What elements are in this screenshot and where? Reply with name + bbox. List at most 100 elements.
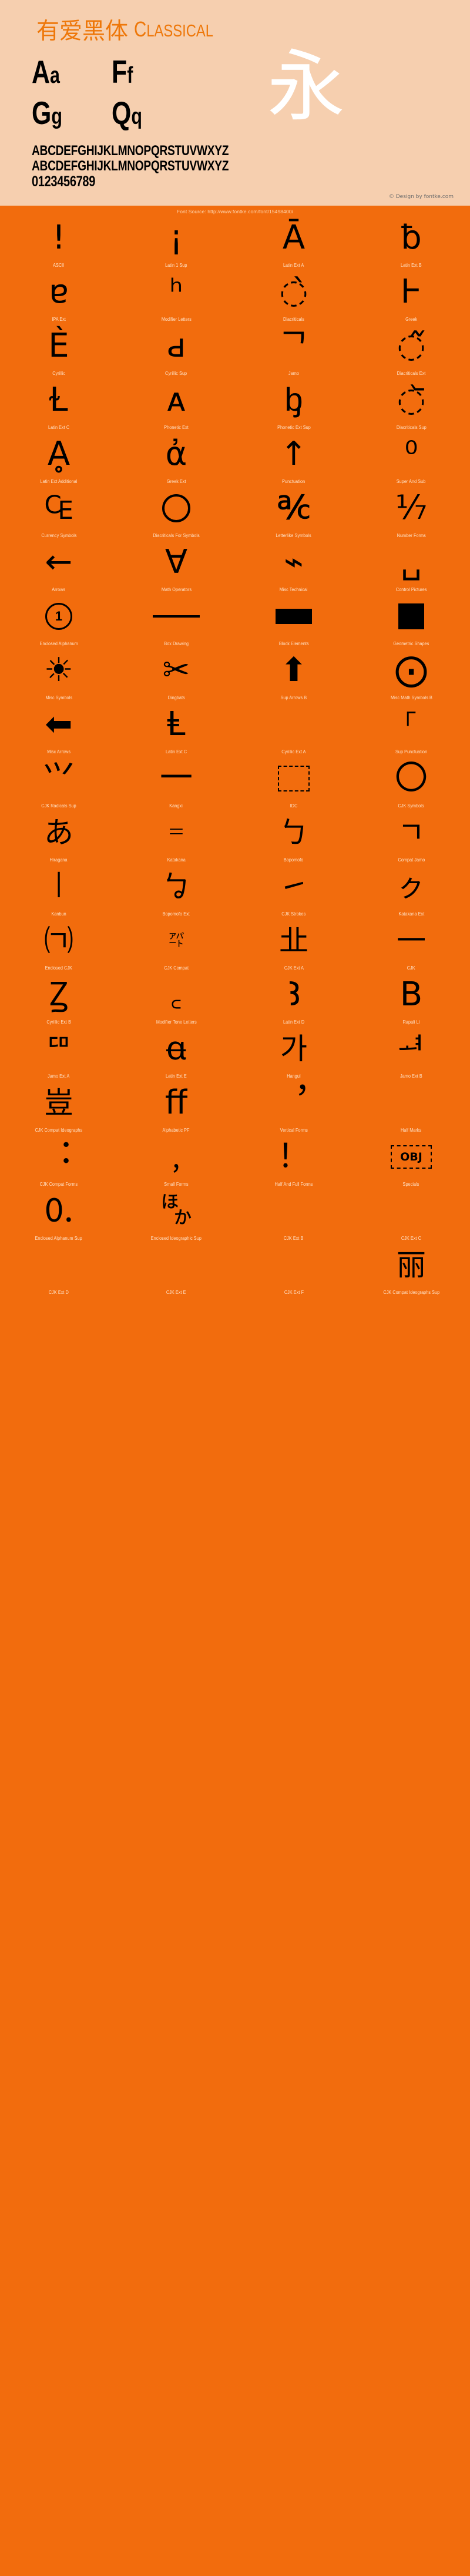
unicode-block-cell[interactable]: ← Arrows [0, 541, 118, 595]
alphabet-uppercase-row: ABCDEFGHIJKLMNOPQRSTUVWXYZ [32, 143, 382, 159]
font-source-url[interactable]: Font Source: http://www.fontke.com/font/… [0, 206, 470, 216]
unicode-block-cell[interactable]: ︓ CJK Compat Forms [0, 1135, 118, 1189]
unicode-block-cell[interactable]: ㄱ Compat Jamo [352, 811, 470, 865]
unicode-block-cell[interactable]: ᴀ Phonetic Ext [118, 378, 235, 432]
unicode-block-cell[interactable]: 㐀 CJK Ext A [235, 919, 352, 973]
unicode-block-cell[interactable]: ↑ Punctuation [235, 432, 352, 487]
unicode-block-cell[interactable]: Ɫ Latin Ext C [0, 378, 118, 432]
unicode-block-cell[interactable]: Ꜣ Latin Ext D [235, 973, 352, 1027]
unicode-block-glyph: ! [52, 216, 65, 260]
unicode-block-label: CJK Ext A [284, 965, 303, 972]
unicode-block-cell[interactable]: ◌̀ Diacriticals [235, 270, 352, 324]
unicode-block-cell[interactable]: ⷠCyrillic Ext A [235, 703, 352, 757]
unicode-block-cell[interactable]: ㇰ Katakana Ext [352, 865, 470, 919]
unicode-block-cell[interactable]: ⌁ Misc Technical [235, 541, 352, 595]
circled-number-shape: 1 [45, 603, 72, 630]
unicode-block-row: 豈 CJK Compat Ideographs ﬀ Alphabetic PF ︐ Ver… [0, 1081, 470, 1135]
unicode-block-cell[interactable]: Ѐ Cyrillic [0, 324, 118, 378]
unicode-block-cell[interactable]: ⬆ Sup Arrows B [235, 649, 352, 703]
unicode-block-cell[interactable]: Ͱ Greek [352, 270, 470, 324]
unicode-block-cell[interactable]: ㌀ CJK Compat [118, 919, 235, 973]
unicode-block-cell[interactable]: ⅐ Number Forms [352, 487, 470, 541]
unicode-block-cell[interactable]: 🄀 Enclosed Alphanum Sup [0, 1189, 118, 1243]
specimen-lower-g: g [51, 104, 62, 129]
unicode-block-cell[interactable]: ԁ Cyrillic Sup [118, 324, 235, 378]
unicode-block-cell[interactable]: 𪜀 CJK Ext C [352, 1189, 470, 1243]
unicode-block-cell[interactable]: ₠ Currency Symbols [0, 487, 118, 541]
unicode-block-cell[interactable]: ☀ Misc Symbols [0, 649, 118, 703]
unicode-block-label: Sup Punctuation [395, 749, 427, 756]
unicode-block-cell[interactable]: ␣ Control Pictures [352, 541, 470, 595]
unicode-block-cell[interactable]: Ā Latin Ext A [235, 216, 352, 270]
unicode-block-cell[interactable]: ⼀ Kangxi [118, 757, 235, 811]
unicode-block-cell[interactable]: ἀ Greek Ext [118, 432, 235, 487]
unicode-block-cell[interactable]: ᶀ Phonetic Ext Sup [235, 378, 352, 432]
unicode-block-cell[interactable]: ⬅ Misc Arrows [0, 703, 118, 757]
unicode-block-cell[interactable]: 𠀀 CJK Ext B [235, 1189, 352, 1243]
unicode-block-cell[interactable]: ！ Half And Full Forms [235, 1135, 352, 1189]
unicode-block-cell[interactable]: 〇 CJK Symbols [352, 757, 470, 811]
unicode-block-cell[interactable]: IDC [235, 757, 352, 811]
unicode-block-row: 🄀 Enclosed Alphanum Sup 🈀 Enclosed Ideograp… [0, 1189, 470, 1243]
unicode-block-cell[interactable]: Geometric Shapes [352, 595, 470, 649]
unicode-block-label: Hangul [287, 1073, 300, 1080]
unicode-block-cell[interactable]: ︀Half Marks [352, 1081, 470, 1135]
unicode-block-cell[interactable]: ㇀ CJK Strokes [235, 865, 352, 919]
unicode-block-cell[interactable]: ! ASCII [0, 216, 118, 270]
unicode-block-cell[interactable]: Ⱡ Latin Ext C [118, 703, 235, 757]
unicode-block-label: Enclosed CJK [45, 965, 72, 972]
unicode-block-cell[interactable]: Ꙁ Cyrillic Ext B [0, 973, 118, 1027]
unicode-block-cell[interactable]: ʰ Modifier Letters [118, 270, 235, 324]
unicode-block-cell[interactable]: 🈀 Enclosed Ideographic Sup [118, 1189, 235, 1243]
font-title-latin: CLASSICAL [134, 17, 213, 42]
unicode-block-cell[interactable]: ힰ Jamo Ext B [352, 1027, 470, 1081]
unicode-block-cell[interactable]: ㈀ Enclosed CJK [0, 919, 118, 973]
unicode-block-cell[interactable]: 𫝀 CJK Ext D [0, 1243, 118, 1297]
unicode-block-cell[interactable]: ㄅ Bopomofo [235, 811, 352, 865]
unicode-block-cell[interactable]: ﬀ Alphabetic PF [118, 1081, 235, 1135]
unicode-block-cell[interactable]: ゠ Katakana [118, 811, 235, 865]
unicode-block-cell[interactable]: Diacriticals For Symbols [118, 487, 235, 541]
unicode-block-label: Half And Full Forms [275, 1181, 313, 1188]
unicode-block-label: Geometric Shapes [393, 640, 429, 648]
unicode-block-cell[interactable]: ꜀ Modifier Tone Letters [118, 973, 235, 1027]
unicode-block-cell[interactable]: ﹐ Small Forms [118, 1135, 235, 1189]
unicode-block-cell[interactable]: Box Drawing [118, 595, 235, 649]
unicode-block-label: ASCII [53, 262, 64, 269]
unicode-block-cell[interactable]: 豈 CJK Compat Ideographs [0, 1081, 118, 1135]
unicode-block-cell[interactable]: ◌᷉ Diacriticals Ext [352, 324, 470, 378]
unicode-block-cell[interactable]: ⨀ Misc Math Symbols B [352, 649, 470, 703]
unicode-block-cell[interactable]: ꬰ Latin Ext E [118, 1027, 235, 1081]
unicode-block-cell[interactable]: ¡ Latin 1 Sup [118, 216, 235, 270]
unicode-block-cell[interactable]: ƀ Latin Ext B [352, 216, 470, 270]
unicode-block-cell[interactable]: ɐ IPA Ext [0, 270, 118, 324]
unicode-block-cell[interactable]: ㆐ Kanbun [0, 865, 118, 919]
unicode-block-cell[interactable]: ꥠ Jamo Ext A [0, 1027, 118, 1081]
unicode-block-cell[interactable]: ꓐ Rapali Li [352, 973, 470, 1027]
unicode-block-cell[interactable]: 가 Hangul [235, 1027, 352, 1081]
unicode-block-cell[interactable]: Ḁ Latin Ext Additional [0, 432, 118, 487]
unicode-block-cell[interactable]: ⺍ CJK Radicals Sup [0, 757, 118, 811]
unicode-block-cell[interactable]: 𬺰 CJK Ext F [235, 1243, 352, 1297]
unicode-block-cell[interactable]: ⸀ Sup Punctuation [352, 703, 470, 757]
unicode-block-label: Letterlike Symbols [276, 532, 311, 539]
unicode-block-cell[interactable]: 丽 CJK Compat Ideographs Sup [352, 1243, 470, 1297]
unicode-block-cell[interactable]: ᄀ Jamo [235, 324, 352, 378]
unicode-block-cell[interactable]: ℀ Letterlike Symbols [235, 487, 352, 541]
unicode-block-cell[interactable]: Block Elements [235, 595, 352, 649]
unicode-block-cell[interactable]: ✂ Dingbats [118, 649, 235, 703]
unicode-block-cell[interactable]: あ Hiragana [0, 811, 118, 865]
unicode-block-glyph: 〇 [395, 757, 428, 800]
unicode-block-cell[interactable]: 1 Enclosed Alphanum [0, 595, 118, 649]
unicode-block-cell[interactable]: ◌᷅ Diacriticals Sup [352, 378, 470, 432]
unicode-block-label: CJK [407, 965, 415, 972]
unicode-block-glyph: ἀ [166, 432, 187, 476]
unicode-block-label: Math Operators [161, 586, 191, 593]
unicode-block-cell[interactable]: OBJ Specials [352, 1135, 470, 1189]
unicode-block-cell[interactable]: ∀ Math Operators [118, 541, 235, 595]
unicode-block-cell[interactable]: ︐ Vertical Forms [235, 1081, 352, 1135]
unicode-block-cell[interactable]: 一 CJK [352, 919, 470, 973]
unicode-block-cell[interactable]: ㆠ Bopomofo Ext [118, 865, 235, 919]
unicode-block-cell[interactable]: 𫠠 CJK Ext E [118, 1243, 235, 1297]
unicode-block-cell[interactable]: ⁰ Super And Sub [352, 432, 470, 487]
